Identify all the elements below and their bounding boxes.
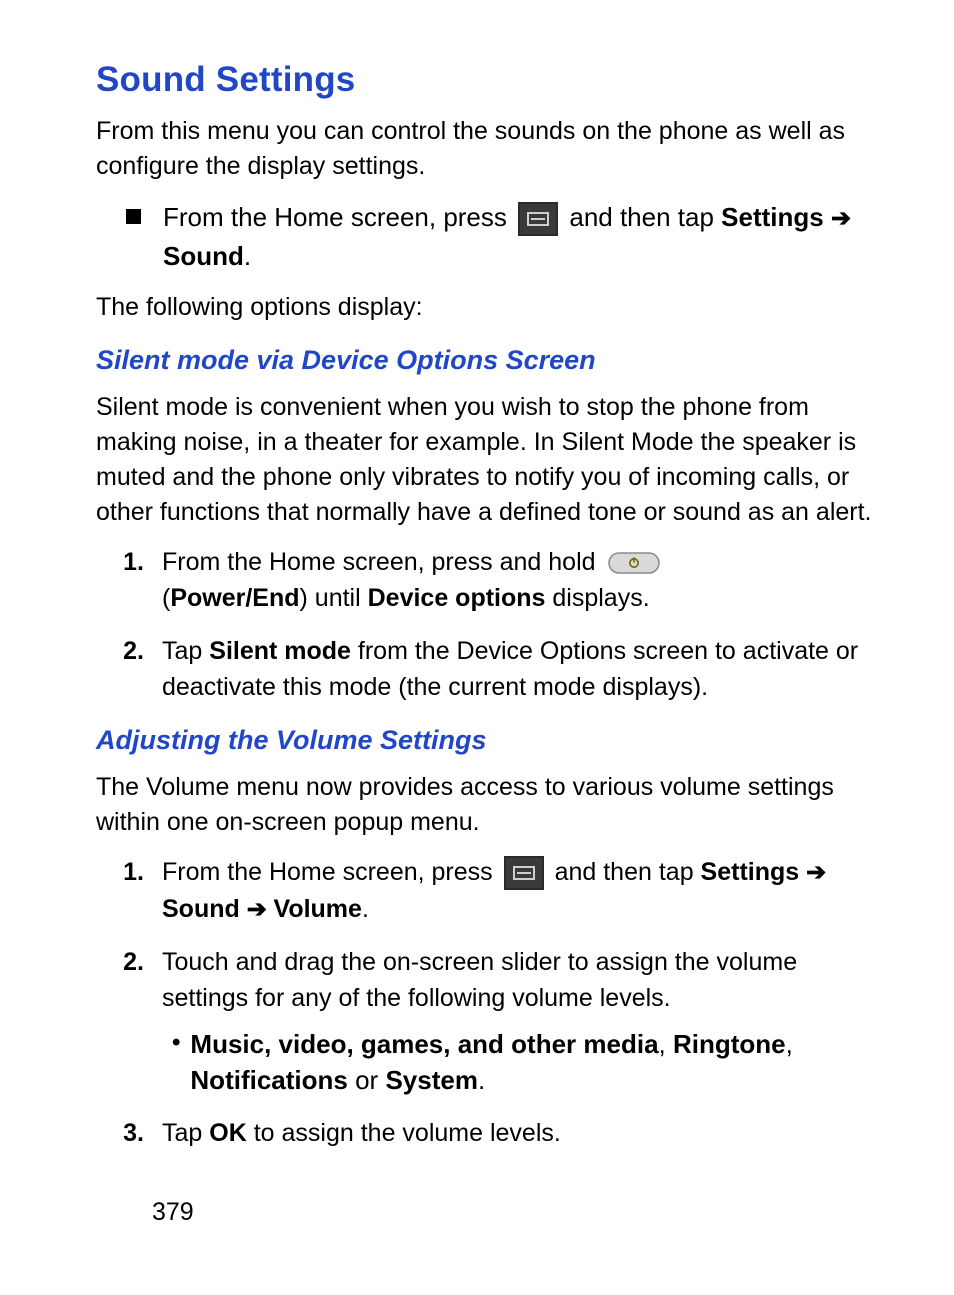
list-item-text: Tap Silent mode from the Device Options … — [162, 633, 882, 706]
ok-label: OK — [209, 1119, 247, 1147]
heading-silent-mode: Silent mode via Device Options Screen — [96, 345, 882, 376]
list-item: • Music, video, games, and other media, … — [172, 1026, 882, 1099]
list-item: From the Home screen, press and then tap… — [126, 198, 882, 276]
text: , — [659, 1029, 673, 1059]
heading-sound-settings: Sound Settings — [96, 60, 882, 100]
menu-icon — [504, 856, 544, 890]
dot-bullet-icon: • — [172, 1026, 180, 1060]
text: Touch and drag the on-screen slider to a… — [162, 948, 797, 1012]
text: From the Home screen, press and hold — [162, 548, 602, 576]
power-end-button-icon — [608, 552, 660, 574]
device-options-label: Device options — [368, 584, 546, 612]
list-item: 2. Touch and drag the on-screen slider t… — [118, 944, 882, 1099]
menu-icon — [518, 202, 558, 236]
list-item-text: From the Home screen, press and then tap… — [163, 198, 882, 276]
silent-mode-label: Silent mode — [209, 637, 351, 665]
arrow-icon: ➔ — [831, 205, 851, 232]
media-label: Music, video, games, and other media — [190, 1029, 658, 1059]
list-item-text: Touch and drag the on-screen slider to a… — [162, 944, 882, 1099]
volume-label: Volume — [274, 895, 362, 923]
notifications-label: Notifications — [190, 1065, 347, 1095]
sub-bullet-list: • Music, video, games, and other media, … — [162, 1026, 882, 1099]
list-item-text: Tap OK to assign the volume levels. — [162, 1115, 882, 1151]
list-item: 3. Tap OK to assign the volume levels. — [118, 1115, 882, 1151]
square-bullet-icon — [126, 209, 141, 224]
ordered-list-silent: 1. From the Home screen, press and hold … — [96, 544, 882, 705]
list-item-text: From the Home screen, press and then tap… — [162, 854, 882, 928]
settings-label: Settings — [721, 202, 824, 232]
paragraph-silent-intro: Silent mode is convenient when you wish … — [96, 390, 882, 530]
text: . — [244, 241, 251, 271]
paragraph-intro: From this menu you can control the sound… — [96, 114, 882, 184]
ringtone-label: Ringtone — [673, 1029, 786, 1059]
system-label: System — [385, 1065, 478, 1095]
paragraph-volume-intro: The Volume menu now provides access to v… — [96, 770, 882, 840]
text: . — [478, 1065, 485, 1095]
sound-label: Sound — [163, 241, 244, 271]
number-marker: 2. — [118, 944, 144, 980]
number-marker: 2. — [118, 633, 144, 669]
paragraph-following: The following options display: — [96, 290, 882, 325]
document-page: Sound Settings From this menu you can co… — [0, 0, 954, 1295]
heading-volume-settings: Adjusting the Volume Settings — [96, 725, 882, 756]
list-item-text: From the Home screen, press and hold (Po… — [162, 544, 882, 617]
bullet-list: From the Home screen, press and then tap… — [96, 198, 882, 276]
text: , — [786, 1029, 793, 1059]
text: Tap — [162, 637, 209, 665]
list-item: 1. From the Home screen, press and hold … — [118, 544, 882, 617]
text: displays. — [545, 584, 649, 612]
arrow-icon: ➔ — [247, 896, 274, 923]
number-marker: 3. — [118, 1115, 144, 1151]
list-item-text: Music, video, games, and other media, Ri… — [190, 1026, 882, 1099]
settings-label: Settings — [701, 858, 800, 886]
list-item: 2. Tap Silent mode from the Device Optio… — [118, 633, 882, 706]
text: or — [348, 1065, 386, 1095]
list-item: 1. From the Home screen, press and then … — [118, 854, 882, 928]
number-marker: 1. — [118, 544, 144, 580]
text: and then tap — [555, 858, 701, 886]
arrow-icon: ➔ — [806, 859, 826, 886]
text: and then tap — [569, 202, 721, 232]
power-end-label: Power/End — [170, 584, 299, 612]
text: From the Home screen, press — [162, 858, 500, 886]
text: to assign the volume levels. — [247, 1119, 561, 1147]
text: ) until — [300, 584, 368, 612]
page-number: 379 — [152, 1198, 194, 1227]
text: Tap — [162, 1119, 209, 1147]
number-marker: 1. — [118, 854, 144, 890]
text: . — [362, 895, 369, 923]
text: From the Home screen, press — [163, 202, 514, 232]
ordered-list-volume: 1. From the Home screen, press and then … — [96, 854, 882, 1151]
sound-label: Sound — [162, 895, 240, 923]
